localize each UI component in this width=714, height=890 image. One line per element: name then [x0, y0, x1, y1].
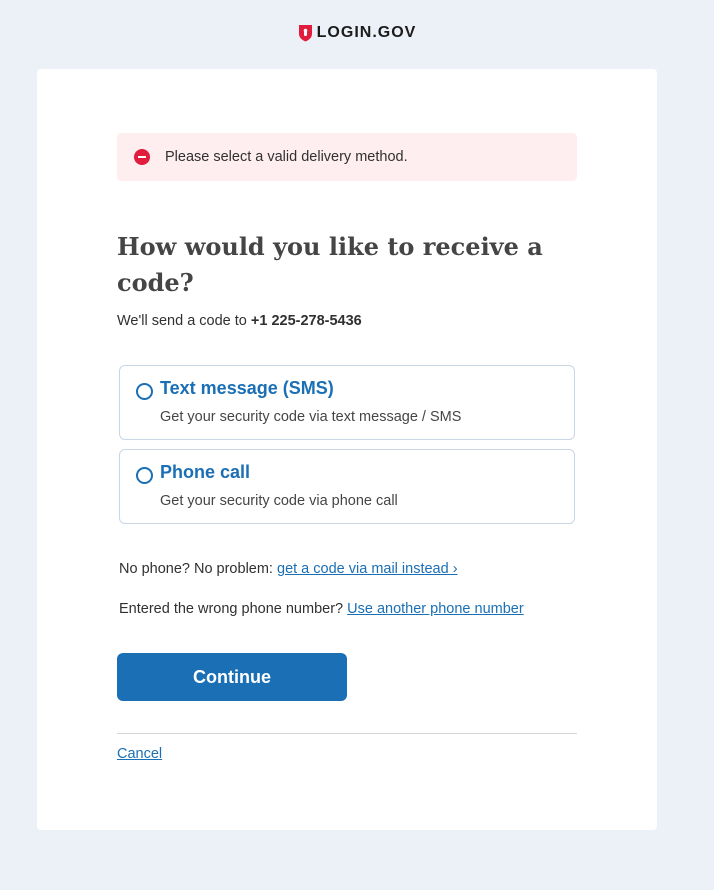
mail-option-line: No phone? No problem: get a code via mai… [119, 561, 458, 577]
error-alert: Please select a valid delivery method. [117, 133, 577, 181]
send-code-prefix: We'll send a code to [117, 313, 247, 329]
error-minus-circle-icon [134, 149, 150, 165]
option-sms-description: Get your security code via text message … [160, 409, 462, 425]
phone-number: +1 225-278-5436 [250, 313, 362, 329]
option-sms[interactable]: Text message (SMS) Get your security cod… [119, 365, 575, 440]
option-phone-call-title: Phone call [160, 462, 251, 482]
wrong-number-prefix: Entered the wrong phone number? [119, 601, 344, 617]
wrong-number-line: Entered the wrong phone number? Use anot… [119, 601, 524, 617]
main-card: Please select a valid delivery method. H… [37, 69, 657, 830]
option-phone-call-description: Get your security code via phone call [160, 493, 398, 509]
brand-text: LOGIN.GOV [316, 24, 417, 41]
mail-option-prefix: No phone? No problem: [119, 561, 273, 577]
option-phone-call[interactable]: Phone call Get your security code via ph… [119, 449, 575, 524]
radio-sms[interactable] [136, 383, 153, 400]
brand-logo: LOGIN.GOV [0, 24, 714, 42]
alert-message: Please select a valid delivery method. [165, 149, 408, 165]
page-title: How would you like to receive a code? [117, 232, 543, 297]
use-another-phone-link[interactable]: Use another phone number [347, 601, 524, 617]
divider [117, 733, 577, 734]
cancel-link[interactable]: Cancel [117, 746, 162, 762]
send-code-info: We'll send a code to +1 225-278-5436 [117, 313, 362, 329]
shield-icon [298, 25, 312, 42]
get-code-via-mail-link[interactable]: get a code via mail instead › [277, 561, 458, 577]
radio-phone-call[interactable] [136, 467, 153, 484]
continue-button[interactable]: Continue [117, 653, 347, 701]
option-sms-title: Text message (SMS) [160, 378, 334, 398]
